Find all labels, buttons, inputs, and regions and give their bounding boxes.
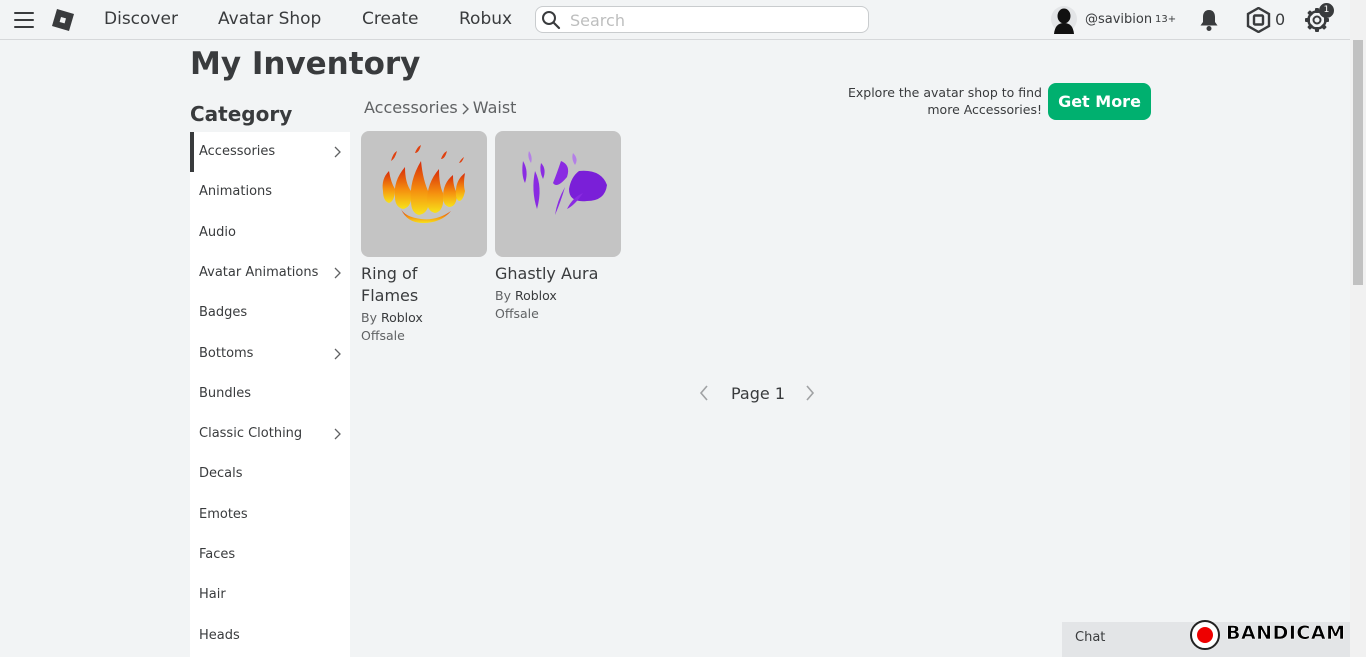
item-status: Offsale xyxy=(495,306,539,321)
chevron-right-icon xyxy=(334,428,341,440)
category-heading: Category xyxy=(190,102,293,126)
get-more-button[interactable]: Get More xyxy=(1048,83,1151,120)
category-item-label: Bottoms xyxy=(199,346,254,361)
menu-icon[interactable] xyxy=(14,12,34,28)
avatar-headshot-icon xyxy=(1051,6,1077,34)
item-card-ring-of-flames[interactable]: Ring of Flames By Roblox Offsale xyxy=(361,131,489,343)
category-item-label: Faces xyxy=(199,547,236,562)
item-status: Offsale xyxy=(361,328,405,343)
item-card-ghastly-aura[interactable]: Ghastly Aura By Roblox Offsale xyxy=(495,131,623,321)
chevron-right-icon xyxy=(334,267,341,279)
category-item-label: Bundles xyxy=(199,386,252,401)
item-name[interactable]: Ghastly Aura xyxy=(495,263,623,285)
nav-robux-link[interactable]: Robux xyxy=(459,9,512,29)
category-item-label: Decals xyxy=(199,466,243,481)
page-title: My Inventory xyxy=(190,46,421,82)
category-item-avatar-animations[interactable]: Avatar Animations xyxy=(190,253,350,293)
category-item-classic-clothing[interactable]: Classic Clothing xyxy=(190,414,350,454)
ring-of-flames-thumbnail-icon xyxy=(382,145,465,223)
breadcrumb-parent-link[interactable]: Accessories xyxy=(364,98,458,117)
breadcrumb-current: Waist xyxy=(472,98,517,117)
item-name[interactable]: Ring of Flames xyxy=(361,263,489,307)
category-item-heads[interactable]: Heads xyxy=(190,616,350,656)
top-navigation-bar: Discover Avatar Shop Create Robux @savib… xyxy=(0,0,1350,40)
search-box[interactable] xyxy=(535,6,869,33)
avatar[interactable] xyxy=(1051,6,1077,34)
breadcrumb: Accessories Waist xyxy=(364,98,516,117)
username-label[interactable]: @savibion xyxy=(1085,12,1152,27)
promo-line-1: Explore the avatar shop to find xyxy=(847,85,1042,100)
category-item-bottoms[interactable]: Bottoms xyxy=(190,334,350,374)
notifications-bell-icon[interactable] xyxy=(1198,8,1220,32)
item-thumbnail[interactable] xyxy=(495,131,621,257)
item-creator: By Roblox xyxy=(495,288,557,303)
creator-link[interactable]: Roblox xyxy=(381,310,423,325)
category-item-label: Classic Clothing xyxy=(199,426,303,441)
nav-create-link[interactable]: Create xyxy=(362,9,419,29)
record-icon xyxy=(1190,620,1220,650)
category-item-label: Accessories xyxy=(199,144,276,159)
nav-avatar-shop-link[interactable]: Avatar Shop xyxy=(218,9,321,29)
category-item-faces[interactable]: Faces xyxy=(190,535,350,575)
age-badge: 13+ xyxy=(1155,14,1177,25)
robux-icon[interactable] xyxy=(1246,7,1271,33)
category-item-label: Hair xyxy=(199,587,226,602)
ghastly-aura-thumbnail-icon xyxy=(522,151,607,215)
category-item-bundles[interactable]: Bundles xyxy=(190,374,350,414)
item-creator: By Roblox xyxy=(361,310,423,325)
category-item-hair[interactable]: Hair xyxy=(190,575,350,615)
chevron-right-icon xyxy=(334,146,341,158)
category-item-label: Badges xyxy=(199,305,248,320)
category-item-badges[interactable]: Badges xyxy=(190,293,350,333)
page-scrollbar[interactable] xyxy=(1350,0,1366,657)
settings-notification-badge: 1 xyxy=(1319,3,1334,18)
page-number-label: Page 1 xyxy=(731,384,785,403)
creator-link[interactable]: Roblox xyxy=(515,288,557,303)
category-item-emotes[interactable]: Emotes xyxy=(190,495,350,535)
chevron-right-icon xyxy=(334,348,341,360)
category-item-label: Animations xyxy=(199,184,273,199)
next-page-icon[interactable] xyxy=(804,385,816,401)
robux-balance[interactable]: 0 xyxy=(1275,10,1285,29)
category-item-accessories[interactable]: Accessories xyxy=(190,132,350,172)
category-item-audio[interactable]: Audio xyxy=(190,213,350,253)
scrollbar-thumb[interactable] xyxy=(1353,40,1363,285)
roblox-logo-icon[interactable] xyxy=(52,9,74,31)
category-item-animations[interactable]: Animations xyxy=(190,172,350,212)
watermark-text: BANDICAM xyxy=(1226,622,1346,645)
category-item-label: Emotes xyxy=(199,507,248,522)
item-thumbnail[interactable] xyxy=(361,131,487,257)
category-item-label: Heads xyxy=(199,628,240,643)
category-item-label: Audio xyxy=(199,225,236,240)
nav-discover-link[interactable]: Discover xyxy=(104,9,178,29)
category-item-decals[interactable]: Decals xyxy=(190,454,350,494)
previous-page-icon[interactable] xyxy=(698,385,710,401)
search-input[interactable] xyxy=(568,9,862,32)
promo-text: Explore the avatar shop to find more Acc… xyxy=(830,84,1042,118)
category-item-label: Avatar Animations xyxy=(199,265,319,280)
chevron-right-icon xyxy=(462,103,469,114)
promo-line-2: more Accessories! xyxy=(927,102,1042,117)
category-sidebar: Accessories Animations Audio Avatar Animati… xyxy=(190,132,350,657)
search-icon xyxy=(542,11,561,30)
